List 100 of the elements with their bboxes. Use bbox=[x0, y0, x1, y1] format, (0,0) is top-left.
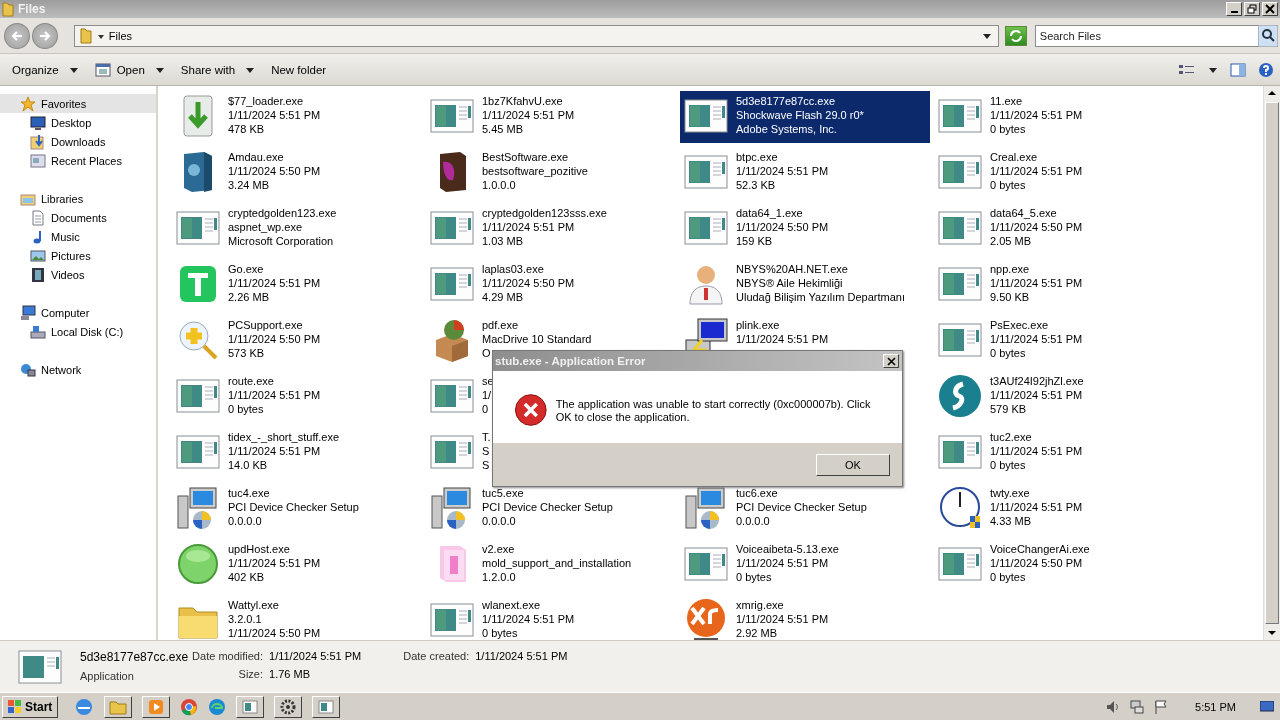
file-info: 1/11/2024 5:51 PM bbox=[228, 444, 321, 458]
file-info: 0.0.0.0 bbox=[482, 514, 516, 528]
file-info: 0 bytes bbox=[736, 570, 772, 584]
file-name: pdf.exe bbox=[482, 318, 519, 332]
file-name: Creal.exe bbox=[990, 150, 1038, 164]
file-info: 0 bytes bbox=[228, 402, 264, 416]
file-info: 1/ bbox=[482, 388, 492, 402]
file-info: 2.92 MB bbox=[736, 626, 777, 640]
file-info: 0 bbox=[482, 402, 489, 416]
file-info: 1/11/2024 5:51 PM bbox=[990, 332, 1083, 346]
file-info: 9.50 KB bbox=[990, 290, 1030, 304]
file-info: bestsoftware_pozitive bbox=[482, 164, 588, 178]
file-info: 402 KB bbox=[228, 570, 265, 584]
file-name: xmrig.exe bbox=[736, 598, 784, 612]
file-info: 579 KB bbox=[990, 402, 1027, 416]
file-info: 3.24 MB bbox=[228, 178, 269, 192]
file-info: 1/11/2024 5:51 PM bbox=[482, 220, 575, 234]
file-name: data64_1.exe bbox=[736, 206, 803, 220]
file-info: 1/11/2024 5:51 PM bbox=[990, 500, 1083, 514]
file-info: aspnet_wp.exe bbox=[228, 220, 302, 234]
file-name: 5d3e8177e87cc.exe bbox=[80, 650, 189, 664]
detail-label: Date created: bbox=[403, 650, 470, 662]
file-info: S bbox=[482, 458, 490, 472]
file-name: v2.exe bbox=[482, 542, 515, 556]
file-info: 1/11/2024 5:51 PM bbox=[736, 332, 829, 346]
file-name: PsExec.exe bbox=[990, 318, 1049, 332]
file-info: 1/11/2024 5:51 PM bbox=[990, 164, 1083, 178]
file-info: 1/11/2024 5:50 PM bbox=[990, 220, 1083, 234]
file-info: 2.05 MB bbox=[990, 234, 1031, 248]
file-info: 1/11/2024 5:51 PM bbox=[482, 612, 575, 626]
file-name: 1bz7KfahvU.exe bbox=[482, 94, 563, 108]
file-name: tuc2.exe bbox=[990, 430, 1032, 444]
file-name: Amdau.exe bbox=[228, 150, 284, 164]
file-info: 159 KB bbox=[736, 234, 773, 248]
file-name: NBYS%20AH.NET.exe bbox=[736, 262, 848, 276]
file-name: updHost.exe bbox=[228, 542, 290, 556]
file-info: 478 KB bbox=[228, 122, 265, 136]
file-info: O bbox=[482, 346, 491, 360]
file-info: 52.3 KB bbox=[736, 178, 776, 192]
file-info: 1.0.0.0 bbox=[482, 178, 516, 192]
file-type: Application bbox=[80, 670, 135, 682]
file-info: 0 bytes bbox=[990, 122, 1026, 136]
file-info: 1/11/2024 5:51 PM bbox=[990, 444, 1083, 458]
file-info: 0 bytes bbox=[990, 570, 1026, 584]
error-message: The application was unable to start correctly (0xc000007b). Click OK to close the application. bbox=[555, 397, 872, 424]
file-info: 1/11/2024 5:50 PM bbox=[228, 626, 321, 640]
detail-value: 1/11/2024 5:51 PM bbox=[269, 650, 362, 662]
file-info: PCI Device Checker Setup bbox=[736, 500, 867, 514]
file-info: 1/11/2024 5:51 PM bbox=[228, 108, 321, 122]
file-info: 1/11/2024 5:50 PM bbox=[228, 332, 321, 346]
file-info: NBYS® Aile Hekimliği bbox=[736, 276, 843, 290]
file-name: tuc6.exe bbox=[736, 486, 778, 500]
file-info: 0 bytes bbox=[990, 178, 1026, 192]
file-info: Adobe Systems, Inc. bbox=[736, 122, 837, 136]
file-info: 0.0.0.0 bbox=[736, 514, 770, 528]
file-name: 5d3e8177e87cc.exe bbox=[736, 94, 836, 108]
detail-label: Date modified: bbox=[192, 650, 264, 662]
file-name: cryptedgolden123.exe bbox=[228, 206, 337, 220]
file-info: 1/11/2024 5:51 PM bbox=[736, 556, 829, 570]
dialog-title: stub.exe - Application Error bbox=[495, 355, 646, 367]
file-info: 1/11/2024 5:51 PM bbox=[482, 108, 575, 122]
file-info: 0 bytes bbox=[990, 458, 1026, 472]
file-name: PCSupport.exe bbox=[228, 318, 303, 332]
file-name: laplas03.exe bbox=[482, 262, 544, 276]
file-info: PCI Device Checker Setup bbox=[482, 500, 613, 514]
file-name: 11.exe bbox=[990, 94, 1023, 108]
file-info: 1/11/2024 5:51 PM bbox=[228, 276, 321, 290]
file-info: Shockwave Flash 29.0 r0* bbox=[736, 108, 864, 122]
file-info: 1.03 MB bbox=[482, 234, 523, 248]
window-title: Files bbox=[18, 2, 46, 16]
detail-label: Size: bbox=[238, 668, 264, 680]
file-info: 5.45 MB bbox=[482, 122, 523, 136]
file-name: npp.exe bbox=[990, 262, 1030, 276]
file-name: t3AUf24I92jhZl.exe bbox=[990, 374, 1084, 388]
file-info: 14.0 KB bbox=[228, 458, 268, 472]
file-name: btpc.exe bbox=[736, 150, 778, 164]
file-info: 1/11/2024 5:51 PM bbox=[228, 556, 321, 570]
file-name: VoiceChangerAi.exe bbox=[990, 542, 1090, 556]
file-name: T. bbox=[482, 430, 491, 444]
file-info: 1/11/2024 5:51 PM bbox=[736, 164, 829, 178]
file-info: 1/11/2024 5:51 PM bbox=[990, 108, 1083, 122]
file-name: $77_loader.exe bbox=[228, 94, 304, 108]
file-info: Uludağ Bilişim Yazılım Departmanı bbox=[736, 290, 905, 304]
file-info: 0 bytes bbox=[482, 626, 518, 640]
file-info: PCI Device Checker Setup bbox=[228, 500, 359, 514]
file-info: 1/11/2024 5:50 PM bbox=[736, 220, 829, 234]
file-name: Voiceaibeta-5.13.exe bbox=[736, 542, 839, 556]
file-info: 1/11/2024 5:51 PM bbox=[990, 276, 1083, 290]
file-name: tuc5.exe bbox=[482, 486, 524, 500]
file-name: cryptedgolden123sss.exe bbox=[482, 206, 607, 220]
file-info: S bbox=[482, 444, 490, 458]
file-info: Microsoft Corporation bbox=[228, 234, 334, 248]
file-info: 573 KB bbox=[228, 346, 265, 360]
file-info: 1/11/2024 5:51 PM bbox=[228, 388, 321, 402]
file-info: 4.33 MB bbox=[990, 514, 1031, 528]
file-name: data64_5.exe bbox=[990, 206, 1057, 220]
file-name: twty.exe bbox=[990, 486, 1030, 500]
file-info: 1/11/2024 5:50 PM bbox=[228, 164, 321, 178]
file-info: 0.0.0.0 bbox=[228, 514, 262, 528]
file-name: Go.exe bbox=[228, 262, 264, 276]
